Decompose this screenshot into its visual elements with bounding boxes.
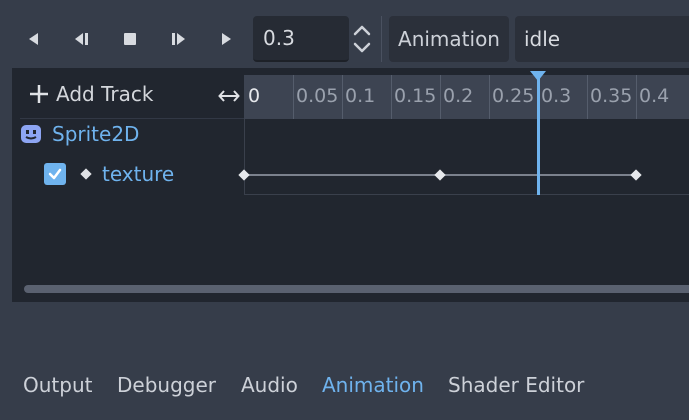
play-icon [222,33,231,45]
bottom-tab-animation[interactable]: Animation [322,373,424,397]
updown-arrows-icon [353,25,371,53]
animation-toolbar: 0.3 Animation idle [0,0,689,70]
animation-name: idle [524,27,561,51]
playhead-handle[interactable] [530,71,546,81]
bottom-tab-debugger[interactable]: Debugger [117,373,216,397]
node-track-row[interactable]: Sprite2D [20,122,139,146]
ruler-tick [440,75,441,119]
ruler-tick-label: 0 [248,85,261,107]
ruler-tick [587,75,588,119]
ruler-tick [489,75,490,119]
stop-button[interactable] [114,20,146,58]
add-track-button[interactable]: Add Track [28,82,153,106]
bottom-tab-shader-editor[interactable]: Shader Editor [448,373,584,397]
horizontal-scrollbar[interactable] [24,285,689,293]
play-backwards-from-end-button[interactable] [66,20,98,58]
ruler-tick-label: 0.2 [443,85,474,107]
playhead-line[interactable] [537,75,540,195]
animation-menu-button[interactable]: Animation [389,16,509,62]
toolbar-separator [381,16,382,62]
sprite2d-icon [21,125,41,143]
stop-icon [124,33,136,45]
bottom-tab-output[interactable]: Output [23,373,92,397]
checkmark-icon [48,168,62,180]
fit-timeline-button[interactable] [218,87,240,109]
bottom-tab-audio[interactable]: Audio [241,373,298,397]
ruler-tick-label: 0.3 [541,85,572,107]
play-button[interactable] [210,20,242,58]
bottom-panel-tabs: Output Debugger Audio Animation Shader Edito… [0,365,689,405]
ruler-tick-label: 0.35 [590,85,633,107]
ruler-tick [293,75,294,119]
play-backwards-icon [29,33,38,45]
ruler-tick-label: 0.4 [639,85,670,107]
animation-select[interactable]: idle [515,16,689,62]
track-enabled-checkbox[interactable] [44,163,66,185]
time-value: 0.3 [263,26,295,50]
play-from-start-button[interactable] [162,20,194,58]
plus-icon [30,85,48,103]
time-spinbox-arrows[interactable] [350,22,374,56]
property-track-row[interactable]: texture [44,162,174,186]
property-track-diamond-icon [80,168,92,180]
ruler-tick-label: 0.1 [345,85,376,107]
ruler-tick-label: 0.25 [492,85,535,107]
ruler-tick [636,75,637,119]
time-ruler[interactable]: 0 0.05 0.1 0.15 0.2 0.25 0.3 0.35 0.4 [244,75,689,119]
play-backwards-from-end-icon [75,33,88,45]
play-backwards-button[interactable] [18,20,50,58]
track-header-divider [20,118,244,119]
ruler-tick-label: 0.15 [394,85,437,107]
add-track-label: Add Track [56,82,154,106]
horizontal-resize-icon [218,90,240,102]
ruler-tick [391,75,392,119]
ruler-tick [342,75,343,119]
play-from-start-icon [172,33,185,45]
node-name: Sprite2D [52,122,140,146]
ruler-tick-label: 0.05 [296,85,339,107]
property-name: texture [102,162,175,186]
track-area[interactable] [244,119,689,195]
time-spinbox[interactable]: 0.3 [253,16,349,62]
